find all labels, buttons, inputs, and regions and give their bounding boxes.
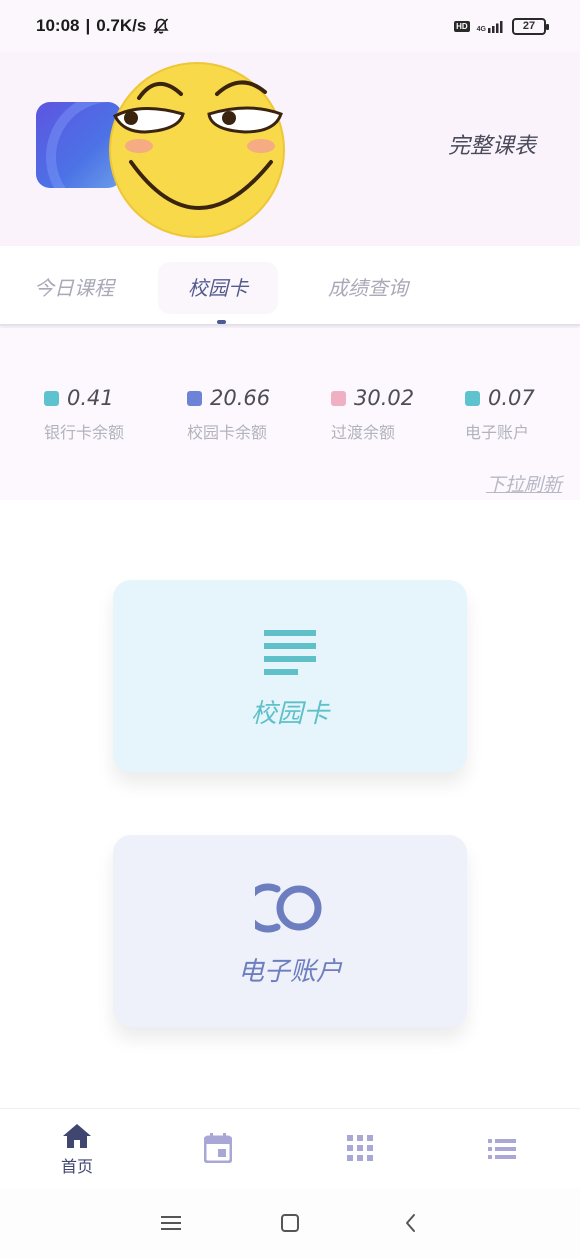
grid-apps-icon	[347, 1135, 373, 1161]
double-circle-icon	[255, 883, 322, 933]
tab-today-courses[interactable]: 今日课程	[4, 262, 144, 314]
balance-value: 20.66	[210, 386, 271, 410]
balance-label: 校园卡余额	[187, 423, 268, 442]
legend-dot	[331, 390, 346, 406]
e-account-label: 电子账户	[237, 957, 342, 987]
nav-home[interactable]: 首页	[37, 1123, 117, 1177]
tab-indicator	[217, 320, 226, 324]
nav-list[interactable]	[462, 1123, 542, 1163]
network-speed: 0.7K/s	[96, 16, 147, 35]
campus-card-label: 校园卡	[250, 699, 329, 729]
signal-icon	[488, 21, 503, 33]
tab-campus-card[interactable]: 校园卡	[158, 262, 278, 314]
home-icon	[63, 1124, 91, 1148]
e-account-button[interactable]: 电子账户	[113, 835, 467, 1027]
balance-value: 30.02	[354, 386, 415, 410]
balance-value: 0.41	[67, 386, 114, 410]
menu-lines-icon	[264, 630, 316, 675]
header: 完整课表	[0, 52, 580, 246]
network-type: 4G	[476, 26, 486, 33]
nav-home-label: 首页	[60, 1157, 93, 1176]
legend-dot	[44, 390, 59, 406]
balance-label: 电子账户	[465, 423, 530, 442]
square-home-icon[interactable]	[277, 1210, 303, 1236]
list-icon	[488, 1139, 516, 1159]
system-nav-bar	[0, 1188, 580, 1258]
tab-bar: 今日课程 校园卡 成绩查询	[0, 246, 580, 326]
balance-summary: 0.41 银行卡余额 20.66 校园卡余额 30.02 过渡余额 0.07 电…	[0, 328, 580, 500]
main-content: 校园卡 电子账户	[0, 500, 580, 1108]
status-time: 10:08	[36, 16, 80, 35]
menu-icon[interactable]	[158, 1210, 184, 1236]
balance-bank-card: 0.41 银行卡余额	[44, 386, 124, 443]
nav-apps[interactable]	[320, 1123, 400, 1165]
balance-label: 银行卡余额	[44, 423, 125, 442]
nav-calendar[interactable]	[178, 1123, 258, 1167]
pull-to-refresh-hint[interactable]: 下拉刷新	[486, 470, 562, 497]
hd-badge: HD	[454, 20, 470, 32]
full-schedule-link[interactable]: 完整课表	[448, 128, 536, 160]
back-chevron-icon[interactable]	[398, 1210, 424, 1236]
battery-level: 27	[522, 19, 536, 32]
bell-off-icon	[153, 18, 169, 34]
campus-card-button[interactable]: 校园卡	[113, 580, 467, 772]
battery-icon: 27	[512, 17, 549, 35]
balance-value: 0.07	[488, 386, 535, 410]
legend-dot	[465, 390, 480, 406]
legend-dot	[187, 390, 202, 406]
status-bar: 10:08 | 0.7K/s HD 4G 27	[0, 0, 580, 52]
avatar[interactable]	[105, 58, 289, 242]
network-indicator: 4G	[477, 19, 505, 33]
status-separator: |	[85, 16, 91, 35]
status-left: 10:08 | 0.7K/s	[36, 16, 170, 36]
bottom-nav: 首页	[0, 1108, 580, 1188]
balance-transition: 30.02 过渡余额	[331, 386, 414, 443]
tab-grades[interactable]: 成绩查询	[298, 262, 438, 314]
balance-label: 过渡余额	[331, 423, 396, 442]
calendar-icon	[204, 1133, 232, 1163]
balance-e-account: 0.07 电子账户	[465, 386, 535, 443]
status-right: HD 4G 27	[454, 17, 549, 35]
balance-campus-card: 20.66 校园卡余额	[187, 386, 270, 443]
